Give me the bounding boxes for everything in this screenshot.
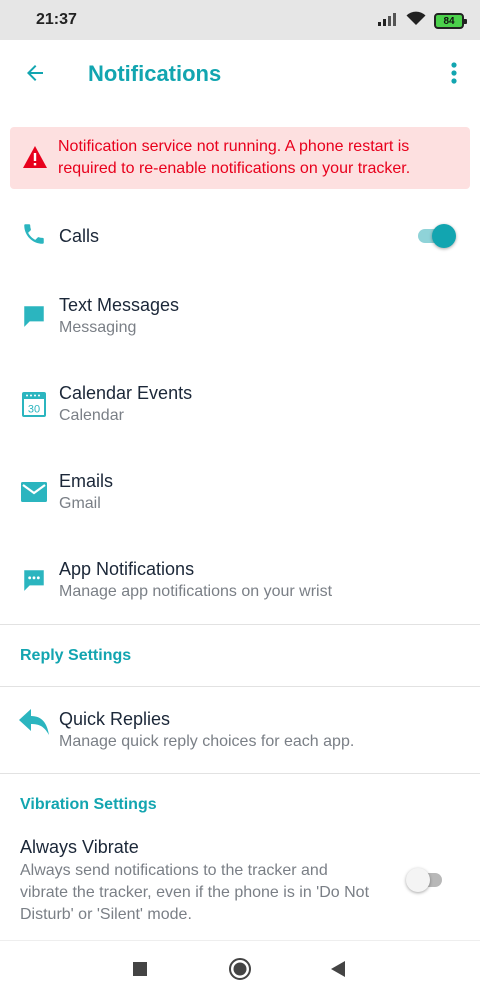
always-vibrate-toggle[interactable] [406, 866, 446, 894]
toggle-thumb [406, 868, 430, 892]
notification-item-text-messages[interactable]: Text Messages Messaging [0, 290, 480, 350]
home-button[interactable] [228, 957, 252, 986]
warning-icon [22, 145, 48, 169]
back-nav-button[interactable] [326, 959, 350, 983]
alert-banner: Notification service not running. A phon… [10, 127, 470, 189]
notification-item-label: Calls [59, 226, 100, 246]
notification-item-subtitle: Calendar [59, 407, 124, 424]
wifi-icon [406, 11, 426, 31]
always-vibrate-label: Always Vibrate [20, 837, 139, 857]
notification-item-label: Text Messages [59, 295, 180, 315]
vibration-settings-header: Vibration Settings [20, 796, 157, 813]
arrow-back-icon [23, 61, 47, 90]
quick-replies-item[interactable]: Quick Replies Manage quick reply choices… [0, 704, 480, 764]
page-title: Notifications [88, 61, 222, 86]
status-time: 21:37 [36, 11, 77, 28]
calendar-icon: 30 [20, 390, 48, 418]
alert-message: Notification service not running. A phon… [58, 138, 411, 177]
signal-icon [378, 12, 398, 31]
notification-item-subtitle: Manage app notifications on your wrist [59, 583, 333, 600]
divider [0, 686, 480, 687]
always-vibrate-description: Always send notifications to the tracker… [20, 862, 370, 923]
circle-icon [228, 957, 252, 986]
divider [0, 773, 480, 774]
overflow-menu-button[interactable] [442, 58, 466, 92]
notification-item-emails[interactable]: Emails Gmail [0, 466, 480, 526]
recents-button[interactable] [128, 959, 152, 983]
back-button[interactable] [18, 58, 52, 92]
notification-item-app-notifications[interactable]: App Notifications Manage app notificatio… [0, 554, 480, 614]
app-bar: Notifications [0, 40, 480, 108]
notification-item-subtitle: Gmail [59, 495, 101, 512]
battery-icon: 84 [434, 13, 467, 29]
app-notification-icon [20, 566, 48, 594]
notification-item-calls[interactable]: Calls [0, 212, 480, 262]
notification-item-calendar-events[interactable]: 30 Calendar Events Calendar [0, 378, 480, 438]
reply-settings-header: Reply Settings [20, 647, 132, 664]
calls-toggle[interactable] [416, 222, 456, 250]
system-nav-bar [0, 940, 480, 999]
phone-icon [20, 220, 48, 248]
email-icon [20, 478, 48, 506]
status-bar: 21:37 84 [0, 0, 480, 40]
notification-item-label: Calendar Events [59, 383, 193, 403]
toggle-thumb [432, 224, 456, 248]
notification-item-subtitle: Messaging [59, 319, 137, 336]
notification-item-label: App Notifications [59, 559, 195, 579]
quick-replies-subtitle: Manage quick reply choices for each app. [59, 733, 355, 750]
more-vert-icon [451, 61, 457, 89]
square-icon [132, 961, 148, 982]
divider [0, 624, 480, 625]
status-icons: 84 [378, 11, 467, 31]
calendar-icon-date: 30 [28, 404, 40, 416]
quick-replies-label: Quick Replies [59, 709, 171, 729]
battery-level: 84 [443, 15, 455, 27]
message-icon [20, 302, 48, 330]
notification-item-label: Emails [59, 471, 114, 491]
triangle-back-icon [329, 960, 347, 983]
reply-icon [18, 706, 50, 738]
